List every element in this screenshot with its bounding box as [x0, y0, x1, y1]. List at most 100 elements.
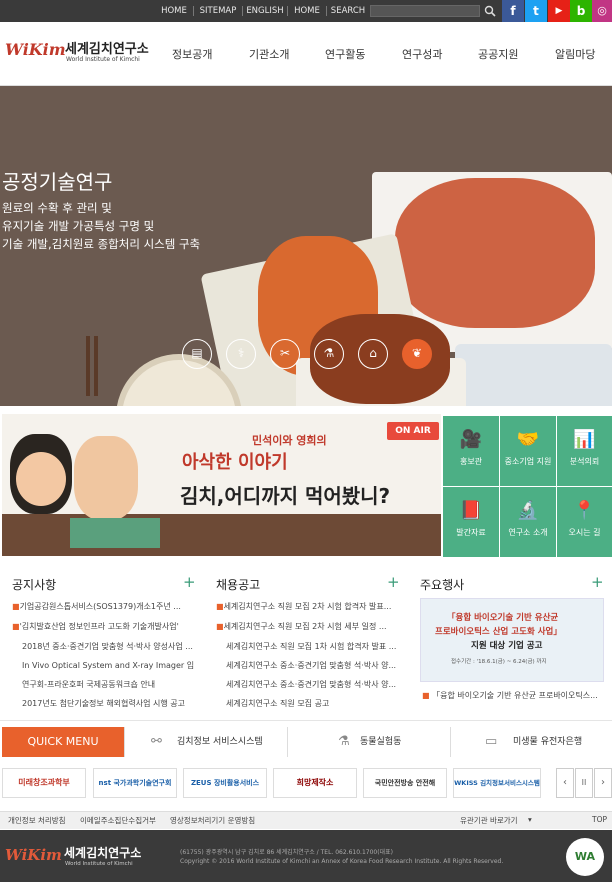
divider	[193, 6, 194, 16]
white-kimchi-plate-image	[455, 344, 612, 406]
logo-name[interactable]: 세계김치연구소	[65, 38, 149, 57]
quicklink-sme-support[interactable]: 🤝 중소기업 지원	[500, 416, 556, 486]
process-icon[interactable]: ✂	[270, 339, 300, 369]
building-icon[interactable]: ▤	[182, 339, 212, 369]
poster-line: 「융합 바이오기술 기반 유산균	[447, 613, 559, 623]
recruit-more-icon[interactable]: +	[387, 573, 400, 591]
instagram-icon[interactable]: ◎	[592, 0, 612, 22]
quick-menu-item-animal-lab[interactable]: ⚗ 동물실험동	[287, 727, 450, 757]
sitemap-link[interactable]: SITEMAP	[195, 0, 241, 22]
poster-date: 접수기간 : '18.6.1(금) ~ 6.24(금) 까지	[451, 659, 547, 665]
quick-menu-text: 동물실험동	[360, 737, 402, 747]
youtube-icon[interactable]: ▶	[548, 0, 570, 22]
chopsticks-image	[94, 336, 98, 396]
logo-subtitle: World Institute of Kimchi	[66, 56, 140, 63]
kimchi-icon[interactable]: ❦	[402, 339, 432, 369]
logo-mark[interactable]: WiKim	[5, 40, 66, 59]
quick-menu-label: QUICK MENU	[2, 727, 124, 757]
site-footer: WiKim 세계김치연구소 World Institute of Kimchi …	[0, 830, 612, 882]
site-link-msip[interactable]: 미래창조과학부	[2, 768, 86, 798]
top-button[interactable]: TOP	[592, 815, 607, 824]
quick-menu-text: 김치정보 서비스시스템	[177, 737, 263, 747]
microscope-icon: 🔬	[516, 500, 540, 521]
home-link[interactable]: HOME	[156, 0, 192, 22]
on-air-badge: ON AIR	[387, 422, 439, 440]
quicklink-pr-hall[interactable]: 🎥 홍보관	[443, 416, 499, 486]
quicklink-directions[interactable]: 📍 오시는 길	[557, 487, 612, 557]
blog-icon[interactable]: b	[570, 0, 592, 22]
quicklink-label: 연구소 소개	[508, 528, 548, 537]
home-link-2[interactable]: HOME	[289, 0, 325, 22]
gnb-info-disclosure[interactable]: 정보공개	[172, 46, 212, 62]
facebook-icon[interactable]: f	[502, 0, 524, 22]
privacy-policy-link[interactable]: 개인정보 처리방침	[8, 815, 66, 826]
quicklink-publications[interactable]: 📕 발간자료	[443, 487, 499, 557]
site-link-zeus[interactable]: ZEUS 장비활용서비스	[183, 768, 267, 798]
chevron-down-icon[interactable]: ▾	[528, 815, 532, 824]
site-link-safety[interactable]: 국민안전방송 안전해	[363, 768, 447, 798]
divider	[242, 6, 243, 16]
footer-logo-mark: WiKim	[5, 846, 62, 864]
recruit-item[interactable]: 세계김치연구소 직원 모집 1차 시험 합격자 발표 ...	[226, 641, 400, 652]
hero-text-line: 원료의 수확 후 관리 및	[2, 201, 112, 215]
divider	[287, 6, 288, 16]
notice-item[interactable]: 2018년 중소·중견기업 맞춤형 석·박사 양성사업 ...	[22, 641, 194, 652]
map-pin-icon: 📍	[573, 500, 596, 521]
search-icon[interactable]	[484, 5, 496, 17]
quicklink-analysis[interactable]: 📊 분석의뢰	[557, 416, 612, 486]
quick-menu-item-gene-bank[interactable]: ▭ 미생물 유전자은행	[450, 727, 612, 757]
recruit-item[interactable]: 세계김치연구소 중소·중견기업 맞춤형 석·박사 양...	[226, 660, 400, 671]
quicklink-institute-intro[interactable]: 🔬 연구소 소개	[500, 487, 556, 557]
gnb-public-support[interactable]: 공공지원	[478, 46, 518, 62]
site-link-hope[interactable]: 희망제작소	[273, 768, 357, 798]
site-link-wkiss[interactable]: WKISS 김치정보서비스시스템	[453, 768, 541, 798]
banner-slogan: 김치,어디까지 먹어봤니?	[180, 484, 391, 508]
search-input[interactable]	[370, 5, 480, 17]
gnb-results[interactable]: 연구성과	[402, 46, 442, 62]
hanbok-image	[70, 518, 160, 548]
chopsticks-image	[86, 336, 90, 396]
gnb-notice[interactable]: 알림마당	[555, 46, 595, 62]
notice-item[interactable]: 연구회-프라운호퍼 국제공동워크숍 안내	[22, 679, 194, 690]
notice-more-icon[interactable]: +	[183, 573, 196, 591]
hero-slider: 공정기술연구 원료의 수확 후 관리 및 유지기술 개발 가공특성 구명 및 기…	[0, 86, 612, 406]
gnb-about[interactable]: 기관소개	[249, 46, 289, 62]
related-sites-select[interactable]: 유관기관 바로가기	[460, 815, 518, 826]
english-link[interactable]: ENGLISH	[244, 0, 286, 22]
network-icon: ⚯	[151, 734, 162, 749]
recruit-item[interactable]: ■세계김치연구소 직원 모집 2차 시험 세부 일정 ...	[216, 621, 400, 632]
events-title[interactable]: 주요행사	[420, 576, 464, 593]
banner-title: 아삭한 이야기	[182, 452, 288, 473]
sites-prev-button[interactable]: ‹	[556, 768, 574, 798]
quick-menu-text: 미생물 유전자은행	[513, 737, 583, 747]
institution-icon[interactable]: ⌂	[358, 339, 388, 369]
notice-item[interactable]: ■기업공감원스톱서비스(SOS1379)개소1주년 ...	[12, 601, 192, 612]
notice-item[interactable]: In Vivo Optical System and X-ray Imager …	[22, 660, 194, 671]
quicklink-label: 중소기업 지원	[504, 457, 552, 466]
twitter-icon[interactable]: t	[525, 0, 547, 22]
event-poster[interactable]: 「융합 바이오기술 기반 유산균 프로바이오틱스 산업 고도화 사업」 지원 대…	[420, 598, 604, 682]
sites-pause-button[interactable]: II	[575, 768, 593, 798]
sites-next-button[interactable]: ›	[594, 768, 612, 798]
recruit-item[interactable]: 세계김치연구소 중소·중견기업 맞춤형 석·박사 양...	[226, 679, 400, 690]
recruit-item[interactable]: 세계김치연구소 직원 모집 공고	[226, 698, 400, 709]
footer-copyright: Copyright © 2016 World Institute of Kimc…	[180, 858, 504, 865]
quick-menu-item-kimchi-info[interactable]: ⚯ 김치정보 서비스시스템	[124, 727, 287, 757]
video-camera-icon: 🎥	[459, 429, 483, 450]
gnb-research[interactable]: 연구활동	[325, 46, 365, 62]
recruit-item[interactable]: ■세계김치연구소 직원 모집 2차 시험 합격자 발표...	[216, 601, 400, 612]
site-link-nst[interactable]: nst 국가과학기술연구회	[93, 768, 177, 798]
flask-icon: ⚗	[338, 734, 350, 749]
monitor-icon: ▭	[485, 734, 498, 749]
lab-tool-icon[interactable]: ⚕	[226, 339, 256, 369]
notice-item[interactable]: ■'김치발효산업 정보인프라 고도화 기술개발사업'	[12, 621, 192, 632]
cctv-policy-link[interactable]: 영상정보처리기기 운영방침	[170, 815, 255, 826]
email-refusal-link[interactable]: 이메일주소집단수집거부	[80, 815, 156, 826]
broadcast-banner[interactable]: 민석이와 영희의 아삭한 이야기 김치,어디까지 먹어봤니?	[2, 414, 441, 556]
event-caption[interactable]: ■ 「융합 바이오기술 기반 유산균 프로바이오틱스...	[422, 690, 610, 701]
recruit-title[interactable]: 채용공고	[216, 576, 260, 593]
notice-title[interactable]: 공지사항	[12, 576, 56, 593]
flask-icon[interactable]: ⚗	[314, 339, 344, 369]
notice-item[interactable]: 2017년도 첨단기술정보 해외협력사업 시행 공고	[22, 698, 194, 709]
events-more-icon[interactable]: +	[591, 573, 604, 591]
